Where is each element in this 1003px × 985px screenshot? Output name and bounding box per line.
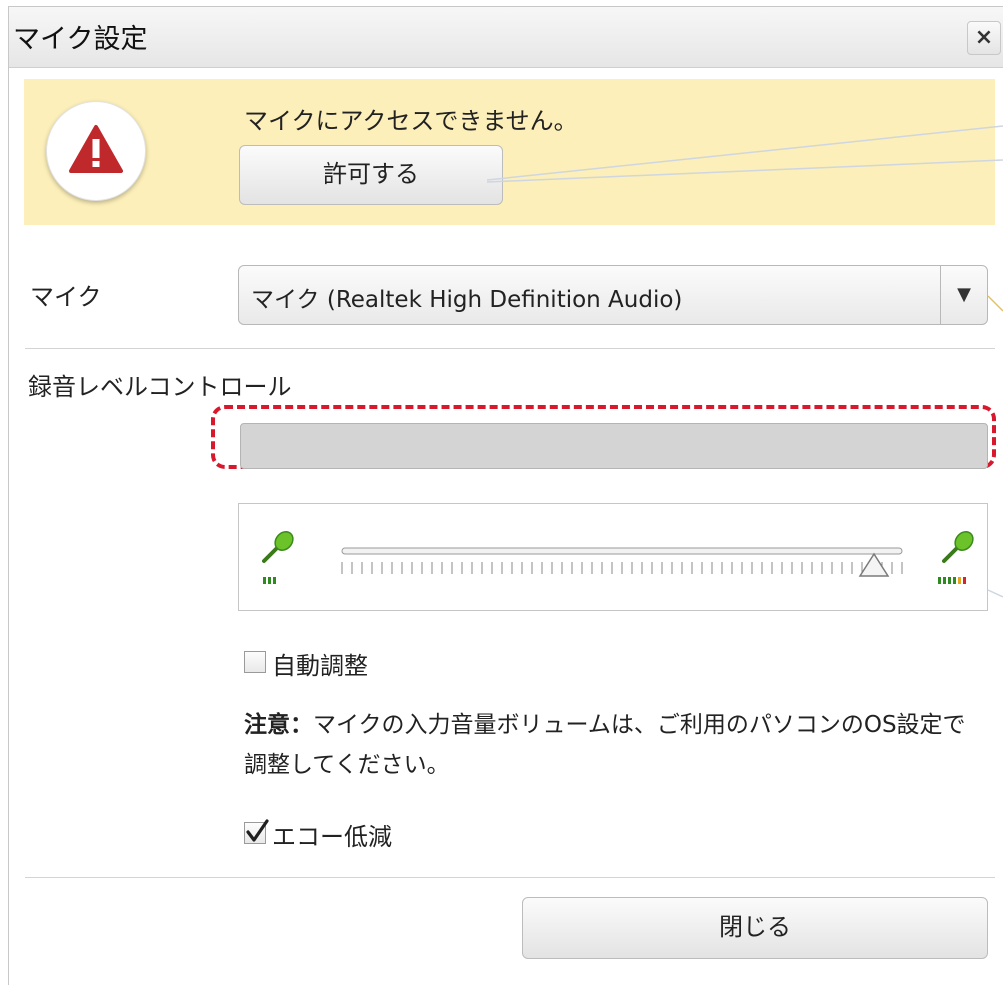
mic-low-icon bbox=[262, 531, 294, 584]
allow-button[interactable]: 許可する bbox=[239, 145, 503, 205]
note-prefix: 注意： bbox=[244, 712, 313, 738]
auto-adjust-checkbox[interactable] bbox=[244, 651, 266, 673]
warning-message: マイクにアクセスできません。 bbox=[244, 107, 578, 135]
close-icon[interactable]: × bbox=[967, 21, 1001, 55]
warning-icon-badge bbox=[46, 101, 146, 201]
note-body: マイクの入力音量ボリュームは、ご利用のパソコンのOS設定で調整してください。 bbox=[244, 712, 966, 778]
echo-reduction-checkbox[interactable] bbox=[244, 819, 269, 844]
echo-reduction-label: エコー低減 bbox=[272, 823, 392, 851]
divider bbox=[25, 877, 995, 878]
divider bbox=[25, 348, 995, 349]
mic-device-value: マイク (Realtek High Definition Audio) bbox=[251, 287, 683, 313]
warning-triangle-icon bbox=[69, 125, 123, 173]
mic-label: マイク bbox=[30, 283, 102, 311]
slider-ticks bbox=[341, 562, 903, 574]
input-level-meter bbox=[240, 423, 988, 469]
dialog-title: マイク設定 bbox=[13, 24, 148, 55]
chevron-down-icon[interactable]: ▼ bbox=[940, 266, 987, 324]
checkmark-icon bbox=[246, 819, 269, 842]
recording-level-label: 録音レベルコントロール bbox=[28, 373, 292, 401]
slider-thumb[interactable] bbox=[858, 552, 890, 577]
dialog-titlebar: マイク設定 × bbox=[9, 7, 1003, 68]
mic-device-select[interactable]: マイク (Realtek High Definition Audio) ▼ bbox=[238, 265, 988, 325]
mic-high-icon bbox=[938, 531, 974, 584]
warning-banner: マイクにアクセスできません。 許可する bbox=[24, 79, 995, 225]
note-text: 注意：マイクの入力音量ボリュームは、ご利用のパソコンのOS設定で調整してください… bbox=[244, 705, 984, 785]
auto-adjust-label: 自動調整 bbox=[272, 652, 368, 680]
close-button[interactable]: 閉じる bbox=[522, 897, 988, 959]
volume-slider[interactable] bbox=[328, 536, 918, 586]
